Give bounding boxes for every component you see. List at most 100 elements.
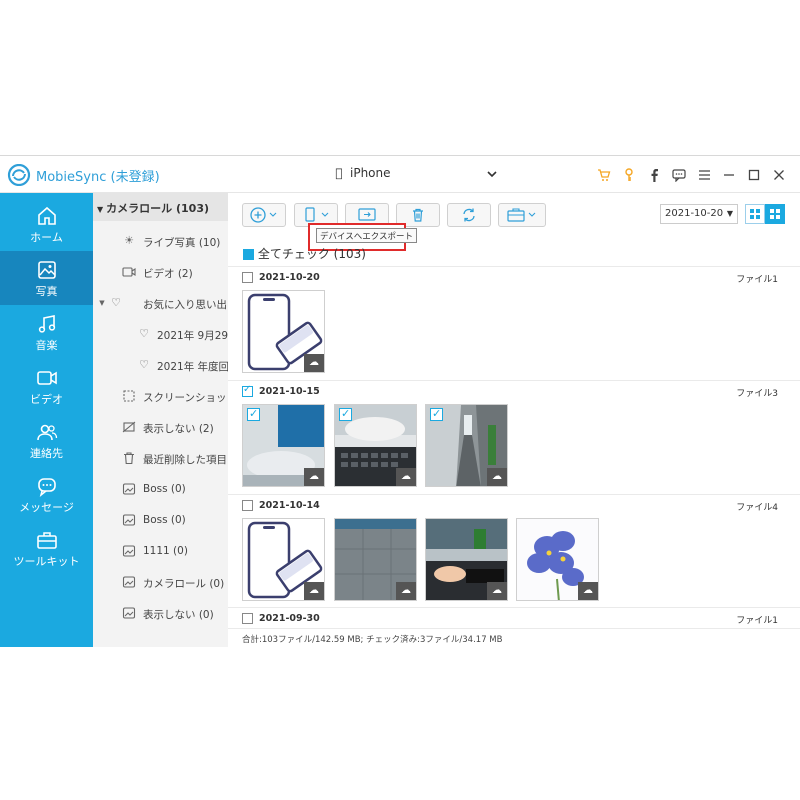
mobiesync-logo-icon [7, 164, 31, 186]
nav-music[interactable]: 音楽 [0, 305, 93, 359]
album-item-label: 最近削除した項目 (2 [143, 454, 228, 466]
date-filter-value: 2021-10-20 [665, 208, 724, 219]
photo-thumbnail[interactable]: ☁ [242, 404, 325, 487]
photo-checkbox[interactable] [339, 407, 352, 421]
chevron-down-icon[interactable] [486, 168, 498, 180]
device-selector[interactable]:  iPhone [333, 166, 390, 180]
check-all[interactable]: 全てチェック (103) [243, 245, 366, 262]
caret-down-icon: ▼ [99, 299, 105, 307]
album-icon [122, 513, 136, 527]
feedback-icon[interactable] [668, 165, 690, 185]
refresh-icon [463, 208, 475, 222]
group-count: ファイル4 [736, 503, 778, 513]
photo-thumbnail[interactable]: ☁ [516, 518, 599, 601]
cloud-icon: ☁ [487, 582, 507, 600]
message-icon [37, 478, 56, 497]
key-icon[interactable] [618, 165, 640, 185]
album-item-label: 表示しない (0) [143, 609, 214, 621]
album-item-screenshot[interactable]: スクリーンショット [93, 387, 228, 407]
export-tooltip: デバイスへエクスポート [316, 228, 417, 243]
album-item-label: スクリーンショット [143, 392, 228, 404]
album-item-memory-2[interactable]: ♡ 2021年 年度回顧 [93, 356, 228, 376]
export-device-icon [358, 208, 376, 221]
album-item-label: カメラロール (0) [143, 578, 225, 590]
album-item-video[interactable]: ビデオ (2) [93, 263, 228, 283]
cloud-icon: ☁ [396, 468, 416, 486]
album-header[interactable]: ▼ カメラロール (103) [93, 193, 228, 221]
album-item-1111[interactable]: 1111 (0) [93, 542, 228, 562]
heart-icon: ♡ [139, 327, 149, 340]
cloud-icon: ☁ [578, 582, 598, 600]
photo-checkbox[interactable] [430, 407, 443, 421]
add-button[interactable] [242, 203, 286, 227]
album-item-label: 表示しない (2) [143, 423, 214, 435]
nav-toolkit-label: ツールキット [13, 555, 80, 568]
photo-checkbox[interactable] [247, 407, 260, 421]
photo-thumbnail[interactable]: ☁ [334, 518, 417, 601]
photo-thumbnail[interactable]: ☁ [242, 518, 325, 601]
nav-messages[interactable]: メッセージ [0, 467, 93, 521]
album-header-label: カメラロール (103) [106, 202, 210, 215]
nav-contacts[interactable]: 連絡先 [0, 413, 93, 467]
album-item-label: 2021年 年度回顧 [157, 361, 228, 373]
date-filter-select[interactable]: 2021-10-20 ▼ [660, 204, 738, 224]
photo-thumbnail[interactable]: ☁ [242, 290, 325, 373]
close-icon[interactable] [768, 165, 790, 185]
app-title: MobieSync (未登録) [36, 170, 160, 185]
title-bar: MobieSync (未登録)  iPhone [0, 156, 800, 193]
group-count: ファイル1 [736, 275, 778, 285]
group-checkbox[interactable] [242, 272, 253, 283]
nav-photos[interactable]: 写真 [0, 251, 93, 305]
album-item-deleted[interactable]: 最近削除した項目 (2 [93, 449, 228, 469]
photo-thumbnail[interactable]: ☁ [425, 404, 508, 487]
album-item-label: お気に入り思い出 (6 [143, 299, 228, 311]
album-item-cameraroll[interactable]: カメラロール (0) [93, 573, 228, 593]
album-item-boss-2[interactable]: Boss (0) [93, 511, 228, 531]
group-date: 2021-10-15 [259, 386, 320, 397]
group-checkbox[interactable] [242, 384, 253, 397]
grid-small-view-button[interactable] [745, 204, 765, 224]
heart-icon: ♡ [111, 296, 121, 309]
maximize-icon[interactable] [743, 165, 765, 185]
photo-thumbnail[interactable]: ☁ [425, 518, 508, 601]
cloud-icon: ☁ [304, 468, 324, 486]
date-group-header: 2021-10-14 ファイル4 [228, 494, 800, 516]
caret-down-icon: ▼ [97, 205, 104, 214]
nav-video[interactable]: ビデオ [0, 359, 93, 413]
album-item-favorites[interactable]: ▼ ♡ お気に入り思い出 (6 [93, 294, 228, 314]
album-icon [122, 575, 136, 589]
status-bar: 合計:103ファイル/142.59 MB; チェック済み:3ファイル/34.17… [228, 628, 800, 647]
facebook-icon[interactable] [643, 165, 665, 185]
album-item-hidden-2[interactable]: 表示しない (0) [93, 604, 228, 624]
toolbox-button[interactable] [498, 203, 546, 227]
menu-icon[interactable] [693, 165, 715, 185]
nav-toolkit[interactable]: ツールキット [0, 521, 93, 575]
cart-icon[interactable] [593, 165, 615, 185]
group-date: 2021-09-30 [259, 613, 320, 624]
check-all-checkbox[interactable] [243, 249, 254, 260]
nav-home-label: ホーム [30, 231, 63, 244]
nav-contacts-label: 連絡先 [30, 447, 63, 460]
group-date: 2021-10-14 [259, 500, 320, 511]
album-item-boss-1[interactable]: Boss (0) [93, 480, 228, 500]
grid-large-view-button[interactable] [765, 204, 785, 224]
album-item-hidden[interactable]: 表示しない (2) [93, 418, 228, 438]
album-item-memory-1[interactable]: ♡ 2021年 9月29日 [93, 325, 228, 345]
photo-thumbnail[interactable]: ☁ [334, 404, 417, 487]
main-nav: ホーム 写真 音楽 ビデオ 連絡先 メッセージ ツールキット [0, 193, 93, 647]
album-icon [122, 544, 136, 558]
date-group-header: 2021-10-20 ファイル1 [228, 266, 800, 288]
group-checkbox[interactable] [242, 500, 253, 511]
minimize-icon[interactable] [718, 165, 740, 185]
nav-home[interactable]: ホーム [0, 197, 93, 251]
group-checkbox[interactable] [242, 613, 253, 624]
nav-music-label: 音楽 [35, 339, 58, 352]
album-icon [122, 606, 136, 620]
heart-icon: ♡ [139, 358, 149, 371]
dropdown-arrow-icon: ▼ [726, 209, 733, 218]
album-item-label: Boss (0) [143, 483, 186, 495]
album-item-live[interactable]: ☀ ライブ写真 (10) [93, 232, 228, 252]
nav-messages-label: メッセージ [19, 501, 74, 514]
refresh-button[interactable] [447, 203, 491, 227]
date-group-header: 2021-10-15 ファイル3 [228, 380, 800, 402]
